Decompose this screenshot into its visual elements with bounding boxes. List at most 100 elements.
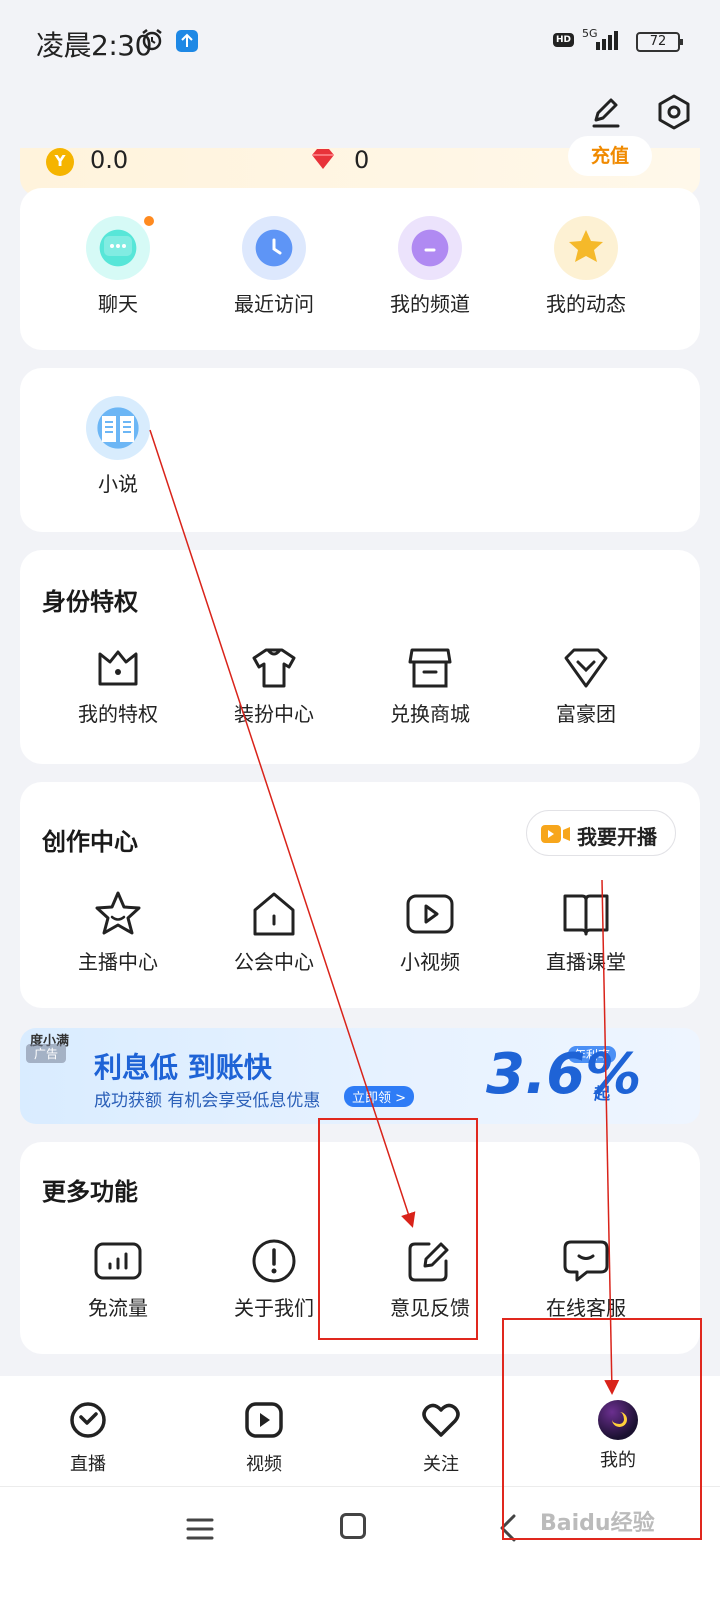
heart-icon — [422, 1403, 460, 1437]
tab-label: 直播 — [70, 1454, 106, 1475]
ad-banner[interactable]: 度小满 广告 利息低 到账快 成功获额 有机会享受低息优惠 立即领 > 年利率 … — [20, 1028, 700, 1124]
edit-profile-button[interactable] — [586, 92, 626, 132]
bottom-tab-bar: 直播 视频 关注 我的 — [0, 1376, 720, 1486]
more-feedback[interactable]: 意见反馈 — [350, 1238, 510, 1321]
signal-bars-icon — [94, 1242, 142, 1280]
quick-action-recent[interactable]: 最近访问 — [194, 216, 354, 317]
section-title: 更多功能 — [42, 1178, 138, 1206]
creator-anchor-center[interactable]: 主播中心 — [38, 890, 198, 975]
diamond-balance: 0 — [354, 146, 370, 174]
house-icon — [398, 216, 462, 280]
identity-dressup[interactable]: 装扮中心 — [194, 646, 354, 727]
identity-my-privileges[interactable]: 我的特权 — [38, 646, 198, 727]
status-bar: 凌晨2:30 HD 5G 72 — [0, 0, 720, 86]
more-free-data[interactable]: 免流量 — [38, 1238, 198, 1321]
tab-mine[interactable]: 我的 — [558, 1400, 678, 1472]
tab-label: 我的 — [600, 1450, 636, 1471]
settings-button[interactable] — [654, 92, 694, 132]
identity-card: 身份特权 我的特权 装扮中心 兑换商城 富豪团 — [20, 550, 700, 764]
quick-action-moments[interactable]: 我的动态 — [506, 216, 666, 317]
quick-action-chat[interactable]: 聊天 — [38, 216, 198, 317]
identity-store[interactable]: 兑换商城 — [350, 646, 510, 727]
play-icon — [406, 894, 454, 934]
identity-rich-club[interactable]: 富豪团 — [506, 646, 666, 727]
feedback-icon — [408, 1242, 449, 1282]
creator-label: 公会中心 — [234, 950, 314, 974]
identity-label: 我的特权 — [78, 702, 158, 726]
app-label: 小说 — [98, 472, 138, 496]
tab-live[interactable]: 直播 — [28, 1400, 148, 1476]
creator-card: 创作中心 我要开播 主播中心 公会中心 小视频 直播课堂 — [20, 782, 700, 1008]
star-icon — [554, 216, 618, 280]
hd-badge: HD — [553, 33, 575, 47]
avatar-icon — [598, 1400, 638, 1440]
svg-text:5G: 5G — [582, 27, 598, 40]
creator-label: 小视频 — [400, 950, 460, 974]
star-face-icon — [95, 891, 141, 935]
chat-icon — [86, 216, 154, 280]
tab-follow[interactable]: 关注 — [381, 1400, 501, 1476]
unread-dot — [144, 216, 154, 226]
apps-card: 小说 — [20, 368, 700, 532]
creator-label: 直播课堂 — [546, 950, 626, 974]
creator-guild-center[interactable]: 公会中心 — [194, 890, 354, 975]
info-icon — [252, 1239, 296, 1283]
identity-label: 装扮中心 — [234, 702, 314, 726]
gear-icon — [658, 94, 690, 130]
more-label: 意见反馈 — [390, 1296, 470, 1320]
live-icon — [70, 1402, 106, 1438]
video-camera-icon — [541, 825, 570, 843]
service-icon — [563, 1240, 609, 1282]
ad-headline: 利息低 到账快 — [94, 1051, 272, 1084]
ad-tag: 广告 — [26, 1044, 67, 1063]
battery-indicator: 72 — [636, 32, 683, 52]
more-label: 关于我们 — [234, 1296, 314, 1320]
status-time: 凌晨2:30 — [36, 29, 152, 62]
quick-action-label: 聊天 — [98, 292, 138, 316]
coin-balance: 0.0 — [90, 146, 129, 174]
ad-subtext: 成功获额 有机会享受低息优惠 — [94, 1091, 321, 1111]
store-icon — [408, 648, 452, 688]
more-customer-service[interactable]: 在线客服 — [506, 1238, 666, 1321]
quick-action-channel[interactable]: 我的频道 — [350, 216, 510, 317]
section-title: 身份特权 — [42, 588, 138, 616]
ad-rate-suffix: 起 — [594, 1084, 611, 1103]
more-label: 在线客服 — [546, 1296, 626, 1320]
diamond-icon — [312, 149, 334, 169]
home-icon — [253, 892, 295, 936]
pencil-icon — [592, 98, 620, 128]
section-title: 创作中心 — [42, 828, 138, 856]
tab-video[interactable]: 视频 — [204, 1400, 324, 1476]
menu-icon[interactable] — [186, 1515, 214, 1543]
tab-label: 视频 — [246, 1454, 282, 1475]
shirt-icon — [252, 648, 296, 688]
upload-notification-icon — [176, 30, 198, 52]
more-about-us[interactable]: 关于我们 — [194, 1238, 354, 1321]
coin-icon — [46, 148, 74, 176]
quick-actions-card: 聊天 最近访问 我的频道 我的动态 — [20, 188, 700, 350]
quick-action-label: 最近访问 — [234, 292, 314, 316]
quick-action-label: 我的频道 — [390, 292, 470, 316]
home-button[interactable] — [340, 1513, 366, 1539]
recharge-button[interactable]: 充值 — [568, 136, 652, 176]
start-live-button[interactable]: 我要开播 — [526, 810, 676, 856]
system-nav-bar: Baidu经验 — [0, 1486, 720, 1600]
quick-action-label: 我的动态 — [546, 292, 626, 316]
open-book-icon — [563, 894, 609, 936]
more-label: 免流量 — [88, 1296, 148, 1320]
start-live-label: 我要开播 — [577, 825, 657, 849]
back-icon[interactable] — [496, 1513, 520, 1543]
ad-rate: 3.6% — [486, 1042, 642, 1107]
ad-cta-button[interactable]: 立即领 > — [344, 1086, 415, 1107]
creator-live-class[interactable]: 直播课堂 — [506, 890, 666, 975]
diamond-outline-icon — [564, 648, 608, 688]
creator-short-video[interactable]: 小视频 — [350, 890, 510, 975]
tab-label: 关注 — [423, 1454, 459, 1475]
more-features-card: 更多功能 免流量 关于我们 意见反馈 在线客服 — [20, 1142, 700, 1354]
identity-label: 兑换商城 — [390, 702, 470, 726]
clock-icon — [242, 216, 306, 280]
book-icon — [86, 396, 150, 460]
video-icon — [245, 1402, 283, 1438]
app-novel[interactable]: 小说 — [38, 396, 198, 497]
crown-icon — [98, 650, 138, 686]
